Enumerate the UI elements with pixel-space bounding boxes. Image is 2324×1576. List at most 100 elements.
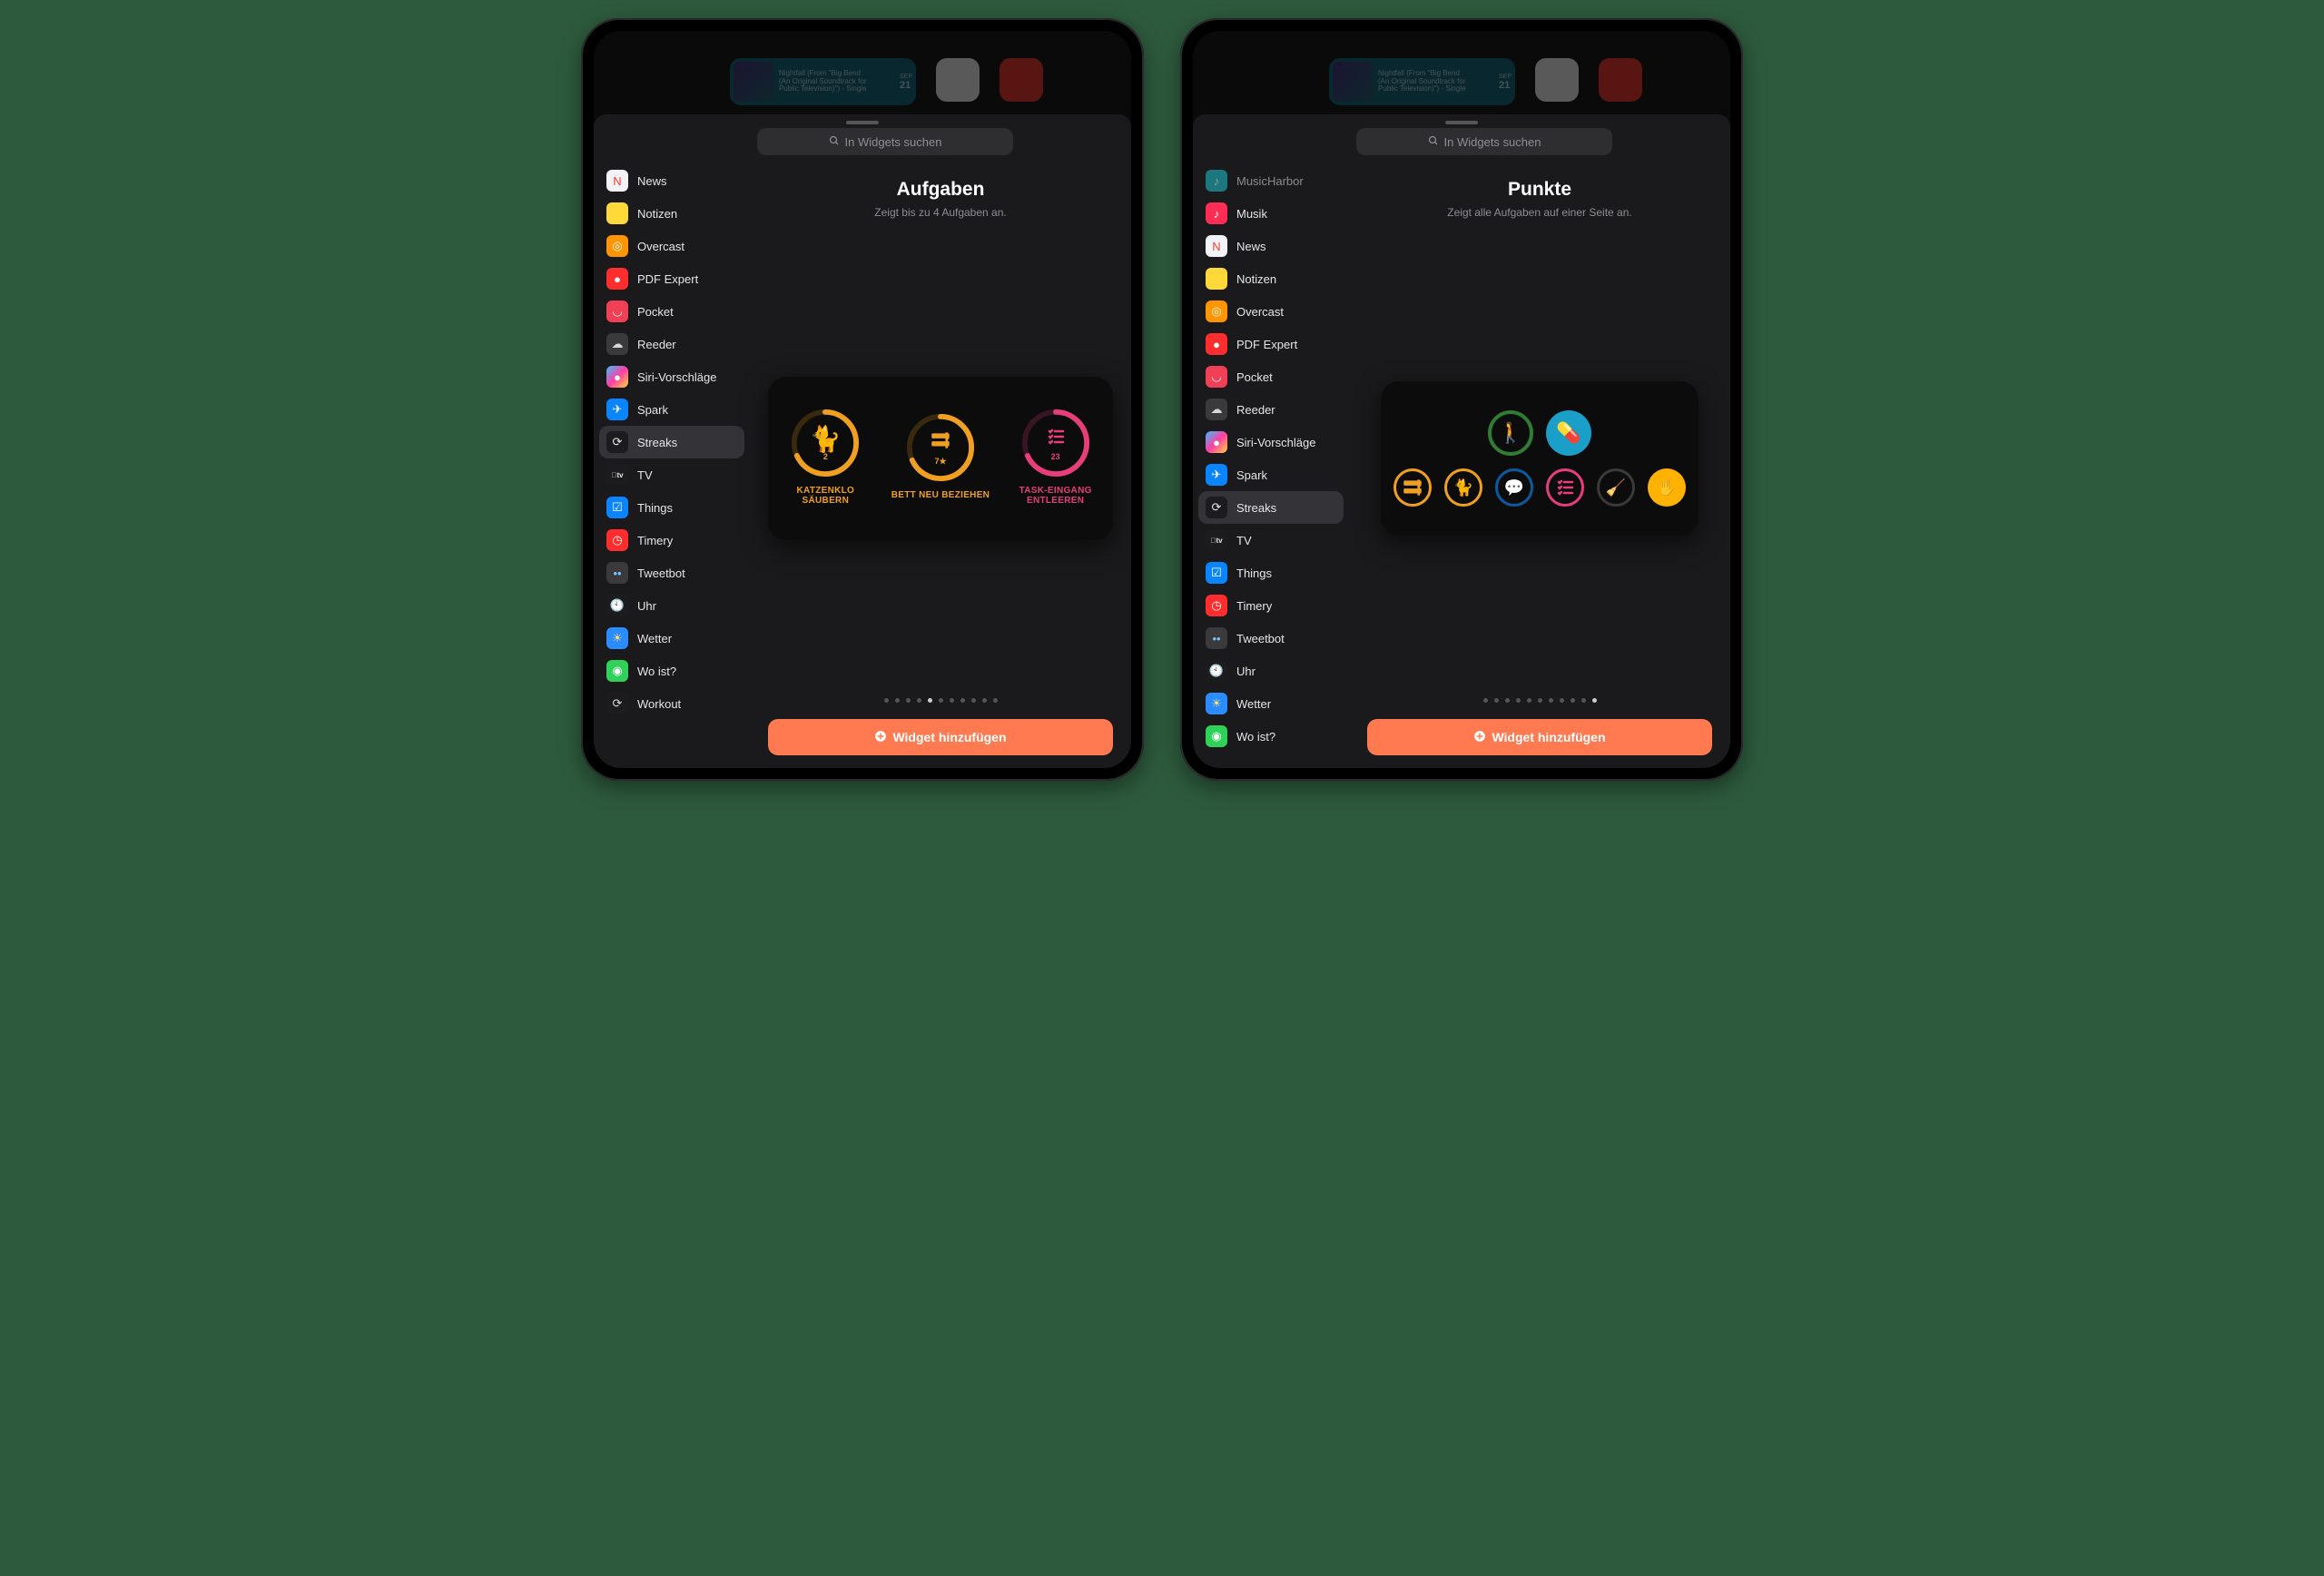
punkte-circle-icon: 🐈 xyxy=(1444,468,1482,507)
app-label: Things xyxy=(637,501,673,515)
app-row-tweetbot[interactable]: ••Tweetbot xyxy=(599,557,744,589)
page-dot[interactable] xyxy=(1549,698,1553,703)
app-row-musik[interactable]: ♪Musik xyxy=(1198,197,1344,230)
app-icon: ⟳ xyxy=(606,431,628,453)
page-dot[interactable] xyxy=(1516,698,1521,703)
page-dot[interactable] xyxy=(1483,698,1488,703)
app-row-musicharbor[interactable]: ♪MusicHarbor xyxy=(1198,164,1344,197)
app-row-uhr[interactable]: 🕙Uhr xyxy=(1198,655,1344,687)
app-icon: •• xyxy=(1206,627,1227,649)
page-dot[interactable] xyxy=(906,698,911,703)
widget-preview-aufgaben[interactable]: 🐈2KATZENKLO SÄUBERN7★BETT NEU BEZIEHEN23… xyxy=(768,377,1113,540)
app-row-uhr[interactable]: 🕙Uhr xyxy=(599,589,744,622)
page-dot[interactable] xyxy=(1505,698,1510,703)
app-row-overcast[interactable]: ◎Overcast xyxy=(599,230,744,262)
app-icon: ◷ xyxy=(1206,595,1227,616)
app-icon: •• xyxy=(606,562,628,584)
task-item: 7★BETT NEU BEZIEHEN xyxy=(888,412,992,501)
page-dot[interactable] xyxy=(895,698,900,703)
app-row-streaks[interactable]: ⟳Streaks xyxy=(1198,491,1344,524)
app-list-right[interactable]: ♪MusicHarbor♪MusikNNewsNotizen◎Overcast●… xyxy=(1193,163,1349,768)
app-row-workout[interactable]: ⟳Workout xyxy=(599,687,744,720)
search-placeholder: In Widgets suchen xyxy=(1444,135,1541,149)
app-row-tweetbot[interactable]: •• Tweetbot xyxy=(1198,622,1344,655)
widget-detail-right: Punkte Zeigt alle Aufgaben auf einer Sei… xyxy=(1349,163,1730,768)
page-dots[interactable] xyxy=(1483,698,1597,703)
page-dot[interactable] xyxy=(1494,698,1499,703)
page-dot[interactable] xyxy=(950,698,954,703)
app-row-things[interactable]: ☑Things xyxy=(599,491,744,524)
page-dot[interactable] xyxy=(1571,698,1575,703)
page-dot[interactable] xyxy=(960,698,965,703)
page-dot[interactable] xyxy=(1527,698,1531,703)
app-row-things[interactable]: ☑Things xyxy=(1198,557,1344,589)
bg-app-icon xyxy=(1000,58,1043,102)
app-label: Notizen xyxy=(637,207,677,221)
search-placeholder: In Widgets suchen xyxy=(845,135,942,149)
app-row-wo-ist-[interactable]: ◉Wo ist? xyxy=(599,655,744,687)
app-row-timery[interactable]: ◷Timery xyxy=(1198,589,1344,622)
punkte-circle-icon xyxy=(1393,468,1432,507)
bg-app-icon xyxy=(936,58,980,102)
app-row-notizen[interactable]: Notizen xyxy=(599,197,744,230)
page-dot[interactable] xyxy=(1560,698,1564,703)
punkte-circle-icon: 🧹 xyxy=(1597,468,1635,507)
app-row-reeder[interactable]: ☁Reeder xyxy=(1198,393,1344,426)
page-dot[interactable] xyxy=(884,698,889,703)
page-dot[interactable] xyxy=(971,698,976,703)
app-icon: 🕙 xyxy=(606,595,628,616)
page-dots[interactable] xyxy=(884,698,998,703)
app-row-news[interactable]: NNews xyxy=(1198,230,1344,262)
app-row-tv[interactable]: tvTV xyxy=(1198,524,1344,557)
app-label: TV xyxy=(1236,534,1252,547)
app-row-pocket[interactable]: ◡Pocket xyxy=(599,295,744,328)
punkte-circle-icon: 💬 xyxy=(1495,468,1533,507)
page-dot[interactable] xyxy=(1581,698,1586,703)
app-row-notizen[interactable]: Notizen xyxy=(1198,262,1344,295)
widget-title: Aufgaben xyxy=(897,179,985,201)
app-row-tv[interactable]: tvTV xyxy=(599,458,744,491)
app-row-wetter[interactable]: ☀Wetter xyxy=(599,622,744,655)
app-row-spark[interactable]: ✈Spark xyxy=(599,393,744,426)
page-dot[interactable] xyxy=(1538,698,1542,703)
search-input[interactable]: In Widgets suchen xyxy=(757,128,1013,155)
app-row-siri-vorschl-ge[interactable]: ●Siri-Vorschläge xyxy=(1198,426,1344,458)
app-label: Tweetbot xyxy=(1236,632,1285,645)
add-widget-label: Widget hinzufügen xyxy=(1492,730,1605,744)
page-dot[interactable] xyxy=(1592,698,1597,703)
add-widget-button[interactable]: Widget hinzufügen xyxy=(1367,719,1712,755)
search-input[interactable]: In Widgets suchen xyxy=(1356,128,1612,155)
app-row-pdf-expert[interactable]: ●PDF Expert xyxy=(1198,328,1344,360)
app-row-streaks[interactable]: ⟳Streaks xyxy=(599,426,744,458)
page-dot[interactable] xyxy=(982,698,987,703)
app-row-wo-ist-[interactable]: ◉Wo ist? xyxy=(1198,720,1344,753)
app-row-pdf-expert[interactable]: ●PDF Expert xyxy=(599,262,744,295)
album-art-icon xyxy=(734,62,773,102)
app-icon: ● xyxy=(606,268,628,290)
app-row-siri-vorschl-ge[interactable]: ●Siri-Vorschläge xyxy=(599,360,744,393)
page-dot[interactable] xyxy=(928,698,932,703)
app-row-news[interactable]: NNews xyxy=(599,164,744,197)
page-dot[interactable] xyxy=(917,698,921,703)
app-row-pocket[interactable]: ◡Pocket xyxy=(1198,360,1344,393)
app-icon: tv xyxy=(606,464,628,486)
app-icon: ☁ xyxy=(1206,399,1227,420)
app-row-overcast[interactable]: ◎Overcast xyxy=(1198,295,1344,328)
app-row-spark[interactable]: ✈Spark xyxy=(1198,458,1344,491)
app-row-wetter[interactable]: ☀Wetter xyxy=(1198,687,1344,720)
app-label: Musik xyxy=(1236,207,1267,221)
widget-preview-punkte[interactable]: 🚶💊🐈💬🧹✋ xyxy=(1381,381,1699,536)
app-label: Streaks xyxy=(1236,501,1276,515)
page-dot[interactable] xyxy=(939,698,943,703)
page-dot[interactable] xyxy=(993,698,998,703)
app-row-timery[interactable]: ◷Timery xyxy=(599,524,744,557)
app-row-reeder[interactable]: ☁Reeder xyxy=(599,328,744,360)
app-list-left[interactable]: NNews Notizen ◎Overcast●PDF Expert◡Pocket☁… xyxy=(594,163,750,768)
app-icon: N xyxy=(606,170,628,192)
widget-subtitle: Zeigt alle Aufgaben auf einer Seite an. xyxy=(1447,206,1631,219)
app-icon xyxy=(606,202,628,224)
app-icon: ◷ xyxy=(606,529,628,551)
add-widget-button[interactable]: Widget hinzufügen xyxy=(768,719,1113,755)
plus-icon xyxy=(874,730,887,745)
app-icon: ◉ xyxy=(1206,725,1227,747)
